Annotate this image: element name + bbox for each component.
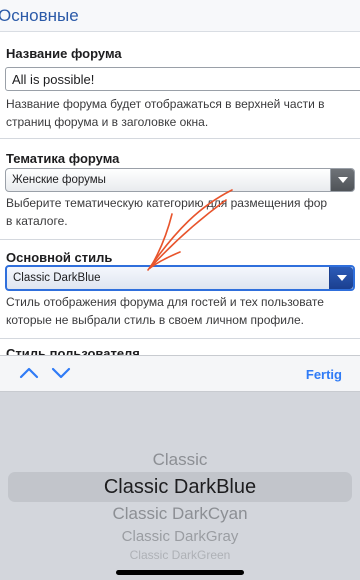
forum-name-help-line2: страниц форума и в заголовке окна.	[6, 115, 209, 129]
main-style-help-line2: которые не выбрали стиль в своем личном …	[6, 313, 304, 327]
forum-topic-help-line1: Выберите тематическую категорию для разм…	[6, 196, 328, 210]
main-style-label: Основной стиль	[6, 250, 113, 265]
forum-topic-selected-value: Женские форумы	[12, 174, 106, 186]
style-picker-wheel[interactable]: Classic Classic DarkBlue Classic DarkCya…	[0, 392, 360, 580]
picker-option[interactable]: Classic DarkCyan	[0, 504, 360, 524]
main-style-select[interactable]: Classic DarkBlue	[5, 265, 355, 291]
picker-option-selected[interactable]: Classic DarkBlue	[0, 476, 360, 499]
picker-option[interactable]: Classic DarkGreen	[0, 548, 360, 562]
forum-name-help-line1: Название форума будет отображаться в вер…	[6, 97, 325, 111]
chevron-down-icon[interactable]	[50, 364, 72, 382]
home-indicator	[116, 570, 244, 575]
divider	[0, 338, 360, 339]
picker-option[interactable]: Classic	[0, 450, 360, 470]
user-style-label: Стиль пользователя	[6, 346, 140, 355]
divider	[0, 138, 360, 139]
section-title: Основные	[0, 6, 79, 25]
done-button[interactable]: Fertig	[306, 367, 342, 382]
forum-topic-help-line2: в каталоге.	[6, 214, 68, 228]
forum-topic-label: Тематика форума	[6, 151, 120, 166]
divider	[0, 239, 360, 240]
forum-topic-select[interactable]: Женские форумы	[5, 168, 355, 192]
chevron-down-icon	[329, 267, 353, 289]
form-navigation-toolbar: Fertig	[0, 355, 360, 392]
main-style-help-line1: Стиль отображения форума для гостей и те…	[6, 295, 324, 309]
settings-form: Название форума Название форума будет от…	[0, 33, 360, 355]
section-header: Основные	[0, 0, 360, 32]
forum-name-input[interactable]	[5, 67, 360, 91]
picker-option[interactable]: Classic DarkGray	[0, 528, 360, 545]
chevron-up-icon[interactable]	[18, 364, 40, 382]
chevron-down-icon	[330, 169, 354, 191]
main-style-selected-value: Classic DarkBlue	[13, 272, 101, 284]
forum-name-label: Название форума	[6, 46, 122, 61]
